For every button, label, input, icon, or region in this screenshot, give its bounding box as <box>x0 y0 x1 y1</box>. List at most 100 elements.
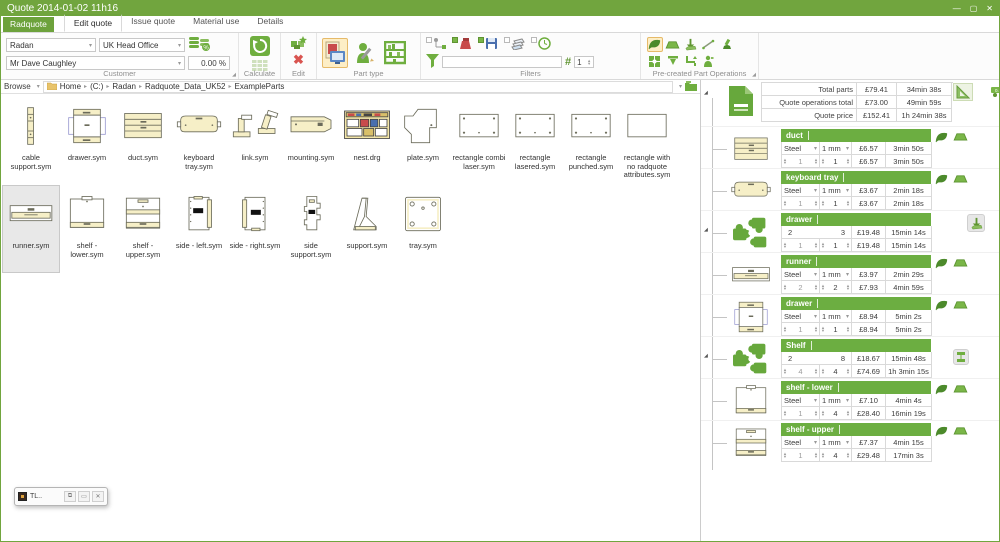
minimize-button[interactable]: — <box>953 4 961 13</box>
deburr-operation-icon[interactable] <box>719 37 735 52</box>
spinner-arrows-icon[interactable]: ▲▼ <box>814 410 818 416</box>
tab-edit-quote[interactable]: Edit quote <box>64 14 122 32</box>
quantity-spinner[interactable]: ▲▼4▲▼ <box>782 365 820 378</box>
checkbox[interactable] <box>452 37 458 43</box>
part-row[interactable]: shelf - lowerSteel▾1 mm▾£7.104min 4s▲▼1▲… <box>701 378 999 420</box>
quantity-spinner[interactable]: ▲▼4▲▼ <box>820 449 852 462</box>
customer-company-select[interactable]: Radan▾ <box>6 38 96 52</box>
bend-operation-icon[interactable] <box>953 426 968 437</box>
checkbox[interactable] <box>478 37 484 43</box>
recalculate-button[interactable] <box>250 36 270 58</box>
spinner-arrows-icon[interactable]: ▲▼ <box>783 410 787 416</box>
quantity-spinner[interactable]: ▲▼1▲▼ <box>782 407 820 420</box>
spinner-arrows-icon[interactable]: ▲▼ <box>814 326 818 332</box>
file-item[interactable]: cable support.sym <box>3 98 59 184</box>
spinner-arrows-icon[interactable]: ▲▼ <box>783 284 787 290</box>
app-menu-button[interactable]: Radquote <box>3 17 54 32</box>
checkbox[interactable] <box>531 37 537 43</box>
quantity-spinner[interactable]: ▲▼1▲▼ <box>782 197 820 210</box>
tree-expander-icon[interactable]: ◢ <box>704 90 708 96</box>
maximize-icon[interactable]: ▭ <box>78 491 90 502</box>
filter-toggle[interactable] <box>452 37 472 52</box>
part-row[interactable]: drawerSteel▾1 mm▾£8.945min 2s▲▼1▲▼▲▼1▲▼£… <box>701 294 999 336</box>
quantity-spinner[interactable]: ▲▼4▲▼ <box>820 407 852 420</box>
file-item[interactable]: link.sym <box>227 98 283 184</box>
bend-operation-icon[interactable] <box>953 132 968 143</box>
operator-operation-icon[interactable] <box>701 54 717 69</box>
file-item[interactable]: nest.drg <box>339 98 395 184</box>
bend-operation-icon[interactable] <box>953 300 968 311</box>
part-row[interactable]: runnerSteel▾1 mm▾£3.972min 29s▲▼2▲▼▲▼2▲▼… <box>701 252 999 294</box>
eco-leaf-icon[interactable] <box>935 384 948 397</box>
import-parts-button[interactable] <box>967 214 985 232</box>
part-row[interactable]: shelf - upperSteel▾1 mm▾£7.374min 15s▲▼1… <box>701 420 999 462</box>
countersink-operation-icon[interactable] <box>665 54 681 69</box>
material-select[interactable]: Steel▾ <box>782 436 820 449</box>
spinner-arrows-icon[interactable]: ▲▼ <box>783 326 787 332</box>
close-icon[interactable]: ✕ <box>92 491 104 502</box>
spinner-arrows-icon[interactable]: ▲▼ <box>846 200 850 206</box>
filter-toggle[interactable] <box>504 37 525 52</box>
material-select[interactable]: Steel▾ <box>782 184 820 197</box>
eco-leaf-icon[interactable] <box>935 300 948 313</box>
material-select[interactable]: Steel▾ <box>782 268 820 281</box>
quantity-stepper[interactable]: 1 ▲▼ <box>574 56 594 68</box>
file-item[interactable]: drawer.sym <box>59 98 115 184</box>
file-item[interactable]: keyboard tray.sym <box>171 98 227 184</box>
spinner-arrows-icon[interactable]: ▲▼ <box>783 158 787 164</box>
tree-expander-icon[interactable]: ◢ <box>704 353 708 359</box>
spinner-arrows-icon[interactable]: ▲▼ <box>814 368 818 374</box>
file-item[interactable]: side - right.sym <box>227 186 283 272</box>
thickness-select[interactable]: 1 mm▾ <box>820 310 852 323</box>
breadcrumb-item[interactable]: Radquote_Data_UK52 <box>145 82 226 91</box>
file-item[interactable]: plate.sym <box>395 98 451 184</box>
file-item[interactable]: runner.sym <box>3 186 59 272</box>
chevron-down-icon[interactable]: ▾ <box>37 83 40 90</box>
spinner-arrows-icon[interactable]: ▲▼ <box>814 452 818 458</box>
thickness-select[interactable]: 1 mm▾ <box>820 394 852 407</box>
assembly-row[interactable]: ◢ drawer23£19.4815min 14s▲▼1▲▼▲▼1▲▼£19.4… <box>701 210 999 252</box>
filter-toggle[interactable] <box>478 37 498 52</box>
restore-icon[interactable]: ⧉ <box>64 491 76 502</box>
bend-operation-icon[interactable] <box>953 258 968 269</box>
set-square-icon[interactable] <box>953 83 973 101</box>
spinner-arrows-icon[interactable]: ▲▼ <box>846 284 850 290</box>
edit-part-type-button[interactable] <box>352 38 378 68</box>
nibble-operation-icon[interactable] <box>647 54 663 69</box>
measure-operation-icon[interactable] <box>701 37 717 52</box>
material-select[interactable]: Steel▾ <box>782 310 820 323</box>
spinner-arrows-icon[interactable]: ▲▼ <box>783 200 787 206</box>
thickness-select[interactable]: 1 mm▾ <box>820 142 852 155</box>
material-select[interactable]: Steel▾ <box>782 394 820 407</box>
part-row[interactable]: ductSteel▾1 mm▾£6.573min 50s▲▼1▲▼▲▼1▲▼£6… <box>701 126 999 168</box>
close-button[interactable]: ✕ <box>986 4 993 13</box>
breadcrumb-item[interactable]: Radan <box>112 82 136 91</box>
bend-operation-icon[interactable] <box>953 174 968 185</box>
quantity-spinner[interactable]: ▲▼1▲▼ <box>820 323 852 336</box>
tree-expander-icon[interactable]: ◢ <box>704 227 708 233</box>
eco-leaf-icon[interactable] <box>935 258 948 271</box>
spinner-arrows-icon[interactable]: ▲▼ <box>846 368 850 374</box>
file-item[interactable]: mounting.sym <box>283 98 339 184</box>
quantity-spinner[interactable]: ▲▼2▲▼ <box>820 281 852 294</box>
quantity-spinner[interactable]: ▲▼1▲▼ <box>820 197 852 210</box>
quantity-spinner[interactable]: ▲▼4▲▼ <box>820 365 852 378</box>
tab-issue-quote[interactable]: Issue quote <box>122 14 184 32</box>
spinner-arrows-icon[interactable]: ▲▼ <box>821 242 825 248</box>
dialog-launcher-icon[interactable]: ◢ <box>752 72 756 78</box>
file-item[interactable]: support.sym <box>339 186 395 272</box>
bend-operation-icon[interactable] <box>665 37 681 52</box>
delivery-truck-icon[interactable]: 0.0 <box>991 85 999 100</box>
customer-office-select[interactable]: UK Head Office▾ <box>99 38 185 52</box>
eco-leaf-icon[interactable] <box>935 426 948 439</box>
checkbox[interactable] <box>426 37 432 43</box>
browse-button[interactable]: Browse <box>4 82 31 91</box>
eco-leaf-icon[interactable] <box>935 132 948 145</box>
thickness-select[interactable]: 1 mm▾ <box>820 184 852 197</box>
spinner-arrows-icon[interactable]: ▲▼ <box>587 59 591 65</box>
delete-cross-icon[interactable]: ✖ <box>293 54 304 66</box>
chevron-down-icon[interactable]: ▾ <box>679 83 682 90</box>
offset-operation-icon[interactable] <box>683 54 699 69</box>
add-part-icon[interactable] <box>290 36 307 52</box>
tab-material-use[interactable]: Material use <box>184 14 248 32</box>
